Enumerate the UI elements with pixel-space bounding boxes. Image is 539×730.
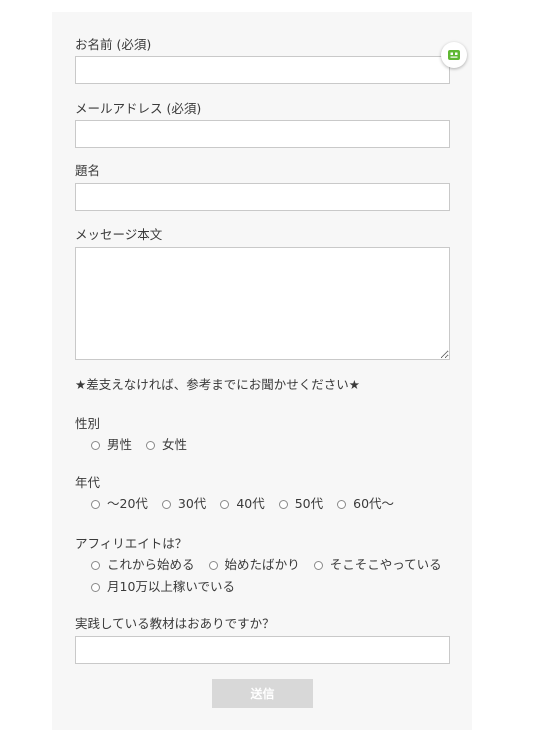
radio-label: 女性 — [162, 437, 188, 452]
affiliate-radio-group: これから始める 始めたばかり そこそこやっている — [91, 557, 442, 573]
affiliate-option-starting[interactable]: これから始める — [91, 557, 195, 573]
age-label: 年代 — [75, 475, 101, 490]
gender-option-female[interactable]: 女性 — [146, 437, 187, 453]
name-label: お名前 (必須) — [75, 37, 152, 52]
gender-option-male[interactable]: 男性 — [91, 437, 132, 453]
age-option-50s[interactable]: 50代 — [278, 496, 324, 512]
radio-button[interactable] — [91, 560, 100, 570]
radio-button[interactable] — [146, 440, 156, 450]
affiliate-radio-group-row2: 月10万以上稼いでいる — [91, 579, 249, 595]
radio-label: ～20代 — [107, 496, 148, 511]
affiliate-option-100k-plus[interactable]: 月10万以上稼いでいる — [91, 579, 235, 595]
radio-button[interactable] — [278, 499, 288, 509]
message-textarea[interactable] — [75, 247, 450, 360]
radio-label: 40代 — [236, 496, 265, 511]
materials-label: 実践している教材はおありですか？ — [75, 616, 275, 631]
age-option-40s[interactable]: 40代 — [220, 496, 265, 512]
email-input[interactable] — [75, 120, 450, 148]
gender-radio-group: 男性 女性 — [91, 437, 201, 453]
robot-icon — [448, 50, 460, 60]
chat-widget-button[interactable] — [441, 42, 467, 68]
affiliate-label: アフィリエイトは？ — [75, 536, 188, 551]
age-option-60s-plus[interactable]: 60代～ — [337, 496, 394, 512]
radio-label: 50代 — [294, 496, 324, 511]
materials-input[interactable] — [75, 636, 450, 664]
radio-button[interactable] — [313, 560, 323, 570]
affiliate-option-just-started[interactable]: 始めたばかり — [208, 557, 300, 573]
age-option-30s[interactable]: 30代 — [161, 496, 207, 512]
radio-label: これから始める — [107, 557, 195, 572]
radio-button[interactable] — [91, 440, 100, 450]
radio-button[interactable] — [161, 499, 171, 509]
optional-notice: ★差支えなければ、参考までにお聞かせください★ — [75, 377, 360, 392]
subject-label: 題名 — [75, 163, 101, 178]
age-radio-group: ～20代 30代 40代 50代 60代～ — [91, 496, 408, 512]
radio-button[interactable] — [91, 499, 100, 509]
affiliate-option-moderate[interactable]: そこそこやっている — [313, 557, 442, 573]
age-option-under-20s[interactable]: ～20代 — [91, 496, 148, 512]
radio-label: 30代 — [177, 496, 207, 511]
radio-button[interactable] — [208, 560, 218, 570]
radio-label: 始めたばかり — [224, 557, 300, 572]
email-label: メールアドレス (必須) — [75, 101, 202, 116]
radio-label: 60代～ — [353, 496, 395, 511]
radio-label: そこそこやっている — [329, 557, 442, 572]
submit-button[interactable]: 送信 — [212, 679, 313, 708]
radio-button[interactable] — [220, 499, 230, 509]
radio-button[interactable] — [91, 582, 100, 592]
radio-label: 男性 — [107, 437, 133, 452]
radio-label: 月10万以上稼いでいる — [107, 579, 236, 594]
subject-input[interactable] — [75, 183, 450, 211]
name-input[interactable] — [75, 56, 450, 84]
radio-button[interactable] — [337, 499, 347, 509]
message-label: メッセージ本文 — [75, 227, 163, 242]
gender-label: 性別 — [75, 416, 101, 431]
